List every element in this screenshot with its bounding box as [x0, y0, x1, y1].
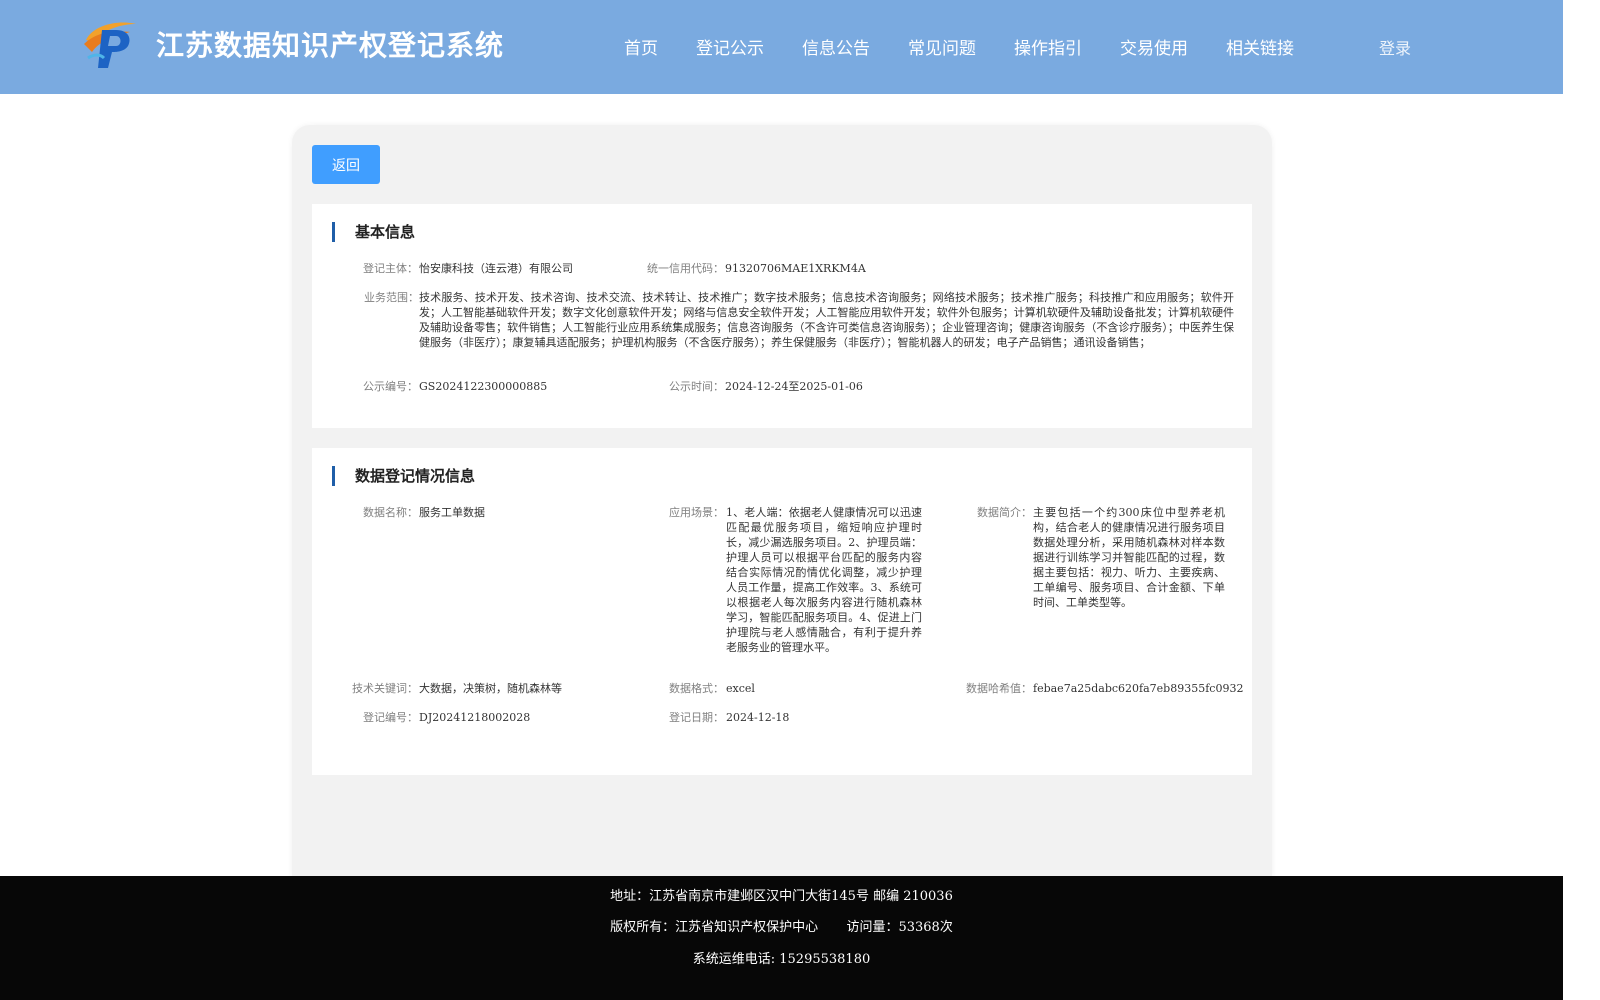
nav-announcements[interactable]: 信息公告 — [802, 34, 870, 59]
format-label: 数据格式： — [669, 682, 724, 695]
keywords-field: 技术关键词： 大数据，决策树，随机森林等 — [312, 681, 612, 697]
data-registration-title: 数据登记情况信息 — [332, 466, 475, 486]
nav-home[interactable]: 首页 — [624, 34, 658, 59]
nav-registration-publicity[interactable]: 登记公示 — [696, 34, 764, 59]
business-scope-value: 技术服务、技术开发、技术咨询、技术交流、技术转让、技术推广；数字技术服务；信息技… — [419, 291, 1234, 349]
site-header: 江苏数据知识产权登记系统 首页 登记公示 信息公告 常见问题 操作指引 交易使用… — [0, 0, 1563, 94]
notice-no-field: 公示编号： GS2024122300000885 — [312, 379, 652, 395]
keywords-value: 大数据，决策树，随机森林等 — [419, 682, 562, 695]
keywords-label: 技术关键词： — [352, 682, 418, 695]
reg-date-value: 2024-12-18 — [726, 711, 790, 724]
subject-label: 登记主体： — [363, 262, 418, 275]
notice-no-value: GS2024122300000885 — [419, 380, 548, 393]
reg-no-label: 登记编号： — [363, 711, 418, 724]
footer-copyright-row: 版权所有：江苏省知识产权保护中心 访问量：53368次 — [0, 916, 1563, 935]
notice-time-field: 公示时间： 2024-12-24至2025-01-06 — [612, 379, 952, 395]
nav-transaction-use[interactable]: 交易使用 — [1120, 34, 1188, 59]
notice-time-label: 公示时间： — [669, 380, 724, 393]
scenario-value: 1、老人端：依据老人健康情况可以迅速匹配最优服务项目，缩短响应护理时长，减少漏选… — [726, 506, 922, 654]
intro-field: 数据简介： 主要包括一个约300床位中型养老机构，结合老人的健康情况进行服务项目… — [932, 505, 1252, 609]
notice-time-value: 2024-12-24至2025-01-06 — [725, 380, 863, 393]
reg-date-field: 登记日期： 2024-12-18 — [612, 710, 932, 726]
subject-field: 登记主体： 怡安康科技（连云港）有限公司 — [312, 261, 612, 277]
site-footer: 地址：江苏省南京市建邺区汉中门大街145号 邮编 210036 版权所有：江苏省… — [0, 876, 1563, 1000]
back-button[interactable]: 返回 — [312, 145, 380, 184]
credit-code-field: 统一信用代码： 91320706MAE1XRKM4A — [612, 261, 952, 277]
footer-copyright: 版权所有：江苏省知识产权保护中心 — [610, 920, 819, 935]
detail-panel: 返回 基本信息 登记主体： 怡安康科技（连云港）有限公司 统一信用代码： 913… — [292, 125, 1272, 895]
intro-label: 数据简介： — [977, 506, 1032, 519]
reg-no-value: DJ20241218002028 — [419, 711, 531, 724]
credit-code-value: 91320706MAE1XRKM4A — [725, 262, 866, 275]
format-value: excel — [726, 682, 755, 695]
footer-hotline: 系统运维电话: 15295538180 — [692, 952, 871, 967]
reg-no-field: 登记编号： DJ20241218002028 — [312, 710, 612, 726]
basic-info-title: 基本信息 — [332, 222, 415, 242]
credit-code-label: 统一信用代码： — [647, 262, 724, 275]
reg-date-label: 登记日期： — [669, 711, 724, 724]
format-field: 数据格式： excel — [612, 681, 932, 697]
page-scrollbar-gutter — [1563, 0, 1600, 1000]
data-name-label: 数据名称： — [363, 506, 418, 519]
subject-value: 怡安康科技（连云港）有限公司 — [419, 262, 573, 275]
scenario-field: 应用场景： 1、老人端：依据老人健康情况可以迅速匹配最优服务项目，缩短响应护理时… — [612, 505, 932, 665]
intro-value: 主要包括一个约300床位中型养老机构，结合老人的健康情况进行服务项目数据处理分析… — [1033, 506, 1225, 609]
site-title: 江苏数据知识产权登记系统 — [156, 29, 505, 62]
footer-address: 地址：江苏省南京市建邺区汉中门大街145号 邮编 210036 — [610, 889, 953, 904]
nav-guide[interactable]: 操作指引 — [1014, 34, 1082, 59]
data-name-value: 服务工单数据 — [419, 506, 485, 519]
business-scope-field: 业务范围： 技术服务、技术开发、技术咨询、技术交流、技术转让、技术推广；数字技术… — [312, 290, 1252, 366]
jsip-logo-icon[interactable] — [80, 18, 138, 70]
notice-no-label: 公示编号： — [363, 380, 418, 393]
hash-label: 数据哈希值： — [966, 682, 1032, 695]
scenario-label: 应用场景： — [669, 506, 724, 519]
basic-info-card: 基本信息 登记主体： 怡安康科技（连云港）有限公司 统一信用代码： 913207… — [312, 204, 1252, 428]
data-name-field: 数据名称： 服务工单数据 — [312, 505, 612, 521]
nav-related-links[interactable]: 相关链接 — [1226, 34, 1294, 59]
nav-faq[interactable]: 常见问题 — [908, 34, 976, 59]
login-link[interactable]: 登录 — [1379, 35, 1411, 59]
footer-visits: 访问量：53368次 — [846, 920, 953, 935]
business-scope-label: 业务范围： — [364, 291, 419, 304]
data-registration-card: 数据登记情况信息 数据名称： 服务工单数据 应用场景： 1、老人端：依据老人健康… — [312, 448, 1252, 775]
hash-value: febae7a25dabc620fa7eb89355fc0932 — [1033, 682, 1244, 695]
hash-field: 数据哈希值： febae7a25dabc620fa7eb89355fc0932 — [932, 681, 1252, 697]
